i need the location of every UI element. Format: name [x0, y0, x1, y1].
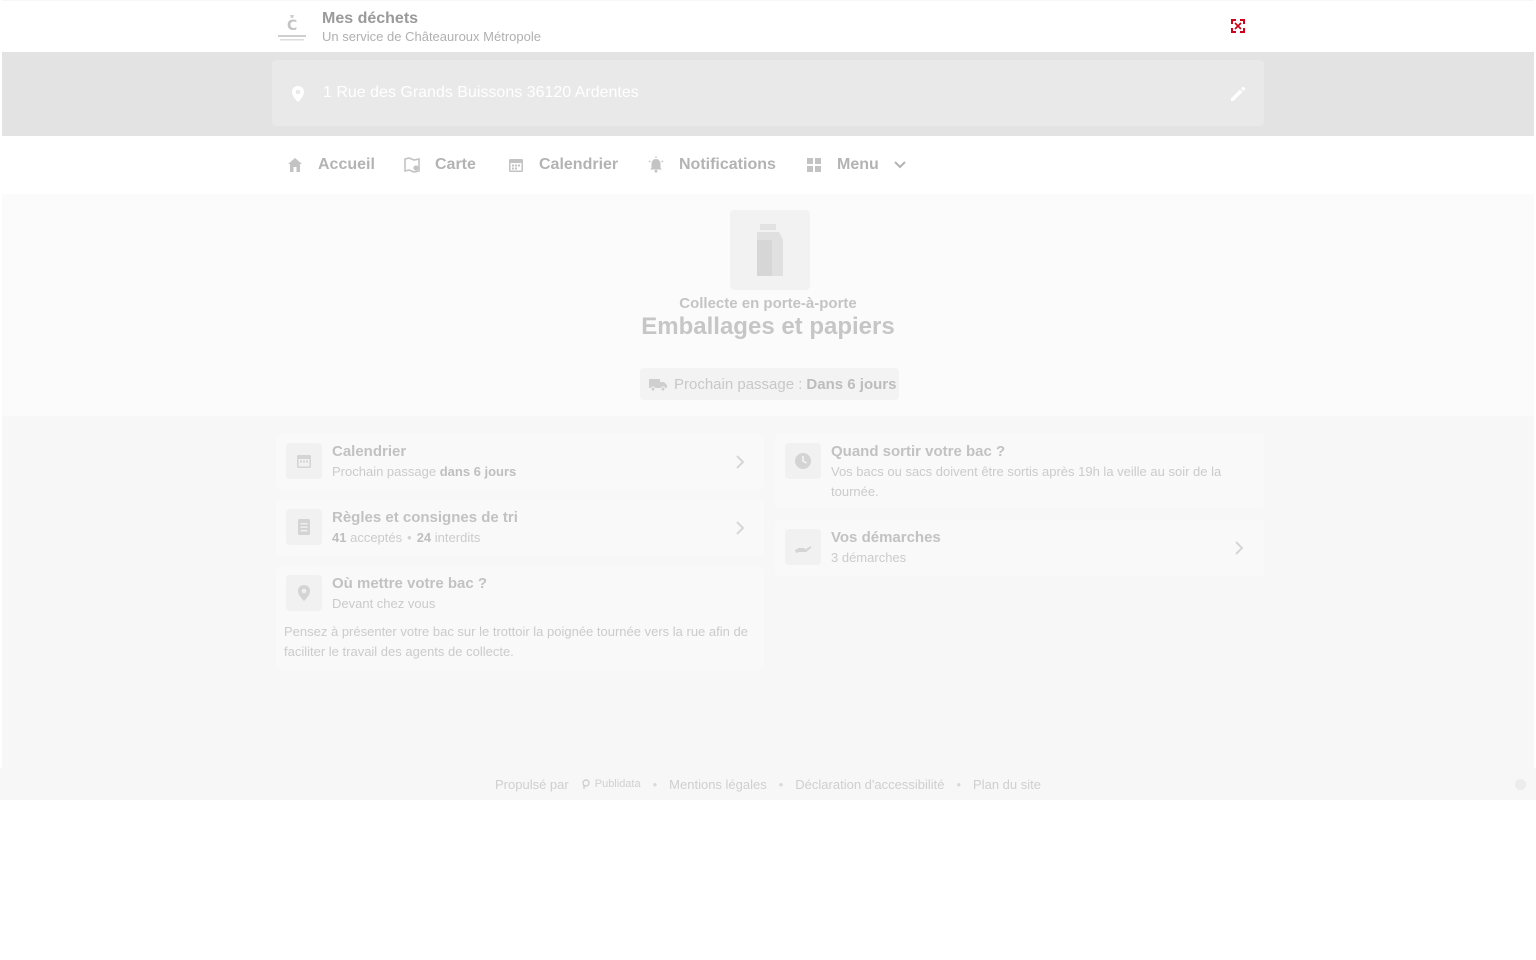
waste-type-title: Emballages et papiers	[641, 313, 895, 340]
hand-icon	[795, 546, 812, 553]
accessibility-link[interactable]: Déclaration d'accessibilité	[795, 777, 944, 792]
bell-icon	[648, 156, 664, 173]
nav-label-notifications: Notifications	[679, 156, 776, 173]
bin-location-title: Où mettre votre bac ?	[332, 575, 488, 592]
chevron-right-icon	[1235, 541, 1244, 555]
forbidden-label: interdits	[434, 530, 481, 545]
legal-notice-link[interactable]: Mentions légales	[669, 777, 767, 792]
nav-item-calendrier[interactable]: Calendrier	[507, 155, 618, 175]
sorting-rules-title: Règles et consignes de tri	[332, 509, 518, 526]
next-collection-value: Dans 6 jours	[806, 375, 897, 393]
chevron-right-icon	[736, 521, 745, 535]
bin-timing-title: Quand sortir votre bac ?	[831, 443, 1006, 460]
grid-icon	[807, 158, 821, 172]
next-collection-label: Prochain passage :	[674, 375, 803, 393]
clock-icon	[795, 453, 811, 469]
nav-item-notifications[interactable]: Notifications	[647, 155, 776, 175]
footer: Propulsé par Publidata • Mentions légale…	[0, 768, 1536, 800]
accepted-label: acceptés	[350, 530, 403, 545]
location-pin-icon	[292, 86, 304, 102]
nav-item-menu[interactable]: Menu	[805, 155, 909, 175]
publidata-link[interactable]: Publidata	[581, 778, 641, 790]
calendar-card-icon-box	[286, 443, 322, 479]
brand-subtitle: Un service de Châteauroux Métropole	[322, 29, 541, 44]
powered-by-label: Propulsé par	[495, 776, 569, 792]
bin-location-subtitle: Devant chez vous	[332, 596, 436, 611]
publidata-label: Publidata	[594, 778, 641, 790]
nav-label-menu: Menu	[837, 156, 879, 173]
location-pin-icon	[298, 585, 310, 601]
bin-timing-text: Vos bacs ou sacs doivent être sortis apr…	[831, 464, 1222, 499]
nav-item-accueil[interactable]: Accueil	[286, 155, 375, 175]
publidata-logo-icon	[582, 779, 590, 789]
procedures-subtitle: 3 démarches	[831, 550, 907, 565]
brand-title[interactable]: Mes déchets	[322, 10, 418, 28]
nav-label-accueil: Accueil	[318, 156, 375, 173]
address-text[interactable]: 1 Rue des Grands Buissons 36120 Ardentes	[323, 84, 639, 102]
calendar-card-subtitle: Prochain passage dans 6 jours	[332, 462, 516, 482]
nav-label-carte: Carte	[435, 156, 476, 173]
sorting-rules-icon-box	[286, 509, 322, 545]
collection-kicker: Collecte en porte-à-porte	[679, 295, 857, 312]
calendar-card-sub-bold: dans 6 jours	[439, 464, 517, 479]
chateauroux-logo-icon[interactable]: C	[276, 11, 308, 43]
sitemap-link[interactable]: Plan du site	[973, 777, 1041, 792]
footer-separator: •	[652, 776, 658, 792]
accepted-count: 41	[332, 530, 347, 545]
map-icon	[404, 157, 420, 173]
next-collection-pill: Prochain passage : Dans 6 jours	[640, 368, 899, 400]
footer-separator: •	[956, 776, 962, 792]
footer-separator: •	[778, 776, 784, 792]
list-document-icon	[298, 519, 310, 535]
chevron-down-icon	[894, 161, 906, 169]
status-dot	[1515, 779, 1526, 790]
forbidden-count: 24	[416, 530, 432, 545]
edit-pencil-icon[interactable]	[1228, 84, 1248, 104]
chevron-right-icon	[736, 455, 745, 469]
bin-location-icon-box	[286, 575, 322, 611]
truck-icon	[649, 379, 667, 392]
procedures-title: Vos démarches	[831, 529, 941, 546]
waste-type-badge	[730, 210, 810, 290]
svg-text:C: C	[287, 18, 297, 34]
separator-dot: •	[407, 530, 412, 545]
nav-item-carte[interactable]: Carte	[403, 155, 476, 175]
nav-label-calendrier: Calendrier	[539, 156, 619, 173]
bin-timing-icon-box	[785, 443, 821, 479]
home-icon	[288, 158, 302, 172]
calendar-icon	[297, 455, 311, 468]
top-header	[2, 1, 1534, 52]
milk-carton-icon	[757, 224, 783, 276]
expand-icon[interactable]	[1230, 18, 1246, 34]
calendar-card-sub-prefix: Prochain passage	[332, 464, 437, 479]
sorting-rules-subtitle: 41 acceptés • 24 interdits	[332, 528, 480, 548]
procedures-icon-box	[785, 529, 821, 565]
calendar-icon	[509, 159, 523, 172]
calendar-card-title: Calendrier	[332, 443, 407, 460]
bin-location-advice: Pensez à présenter votre bac sur le trot…	[284, 624, 748, 659]
